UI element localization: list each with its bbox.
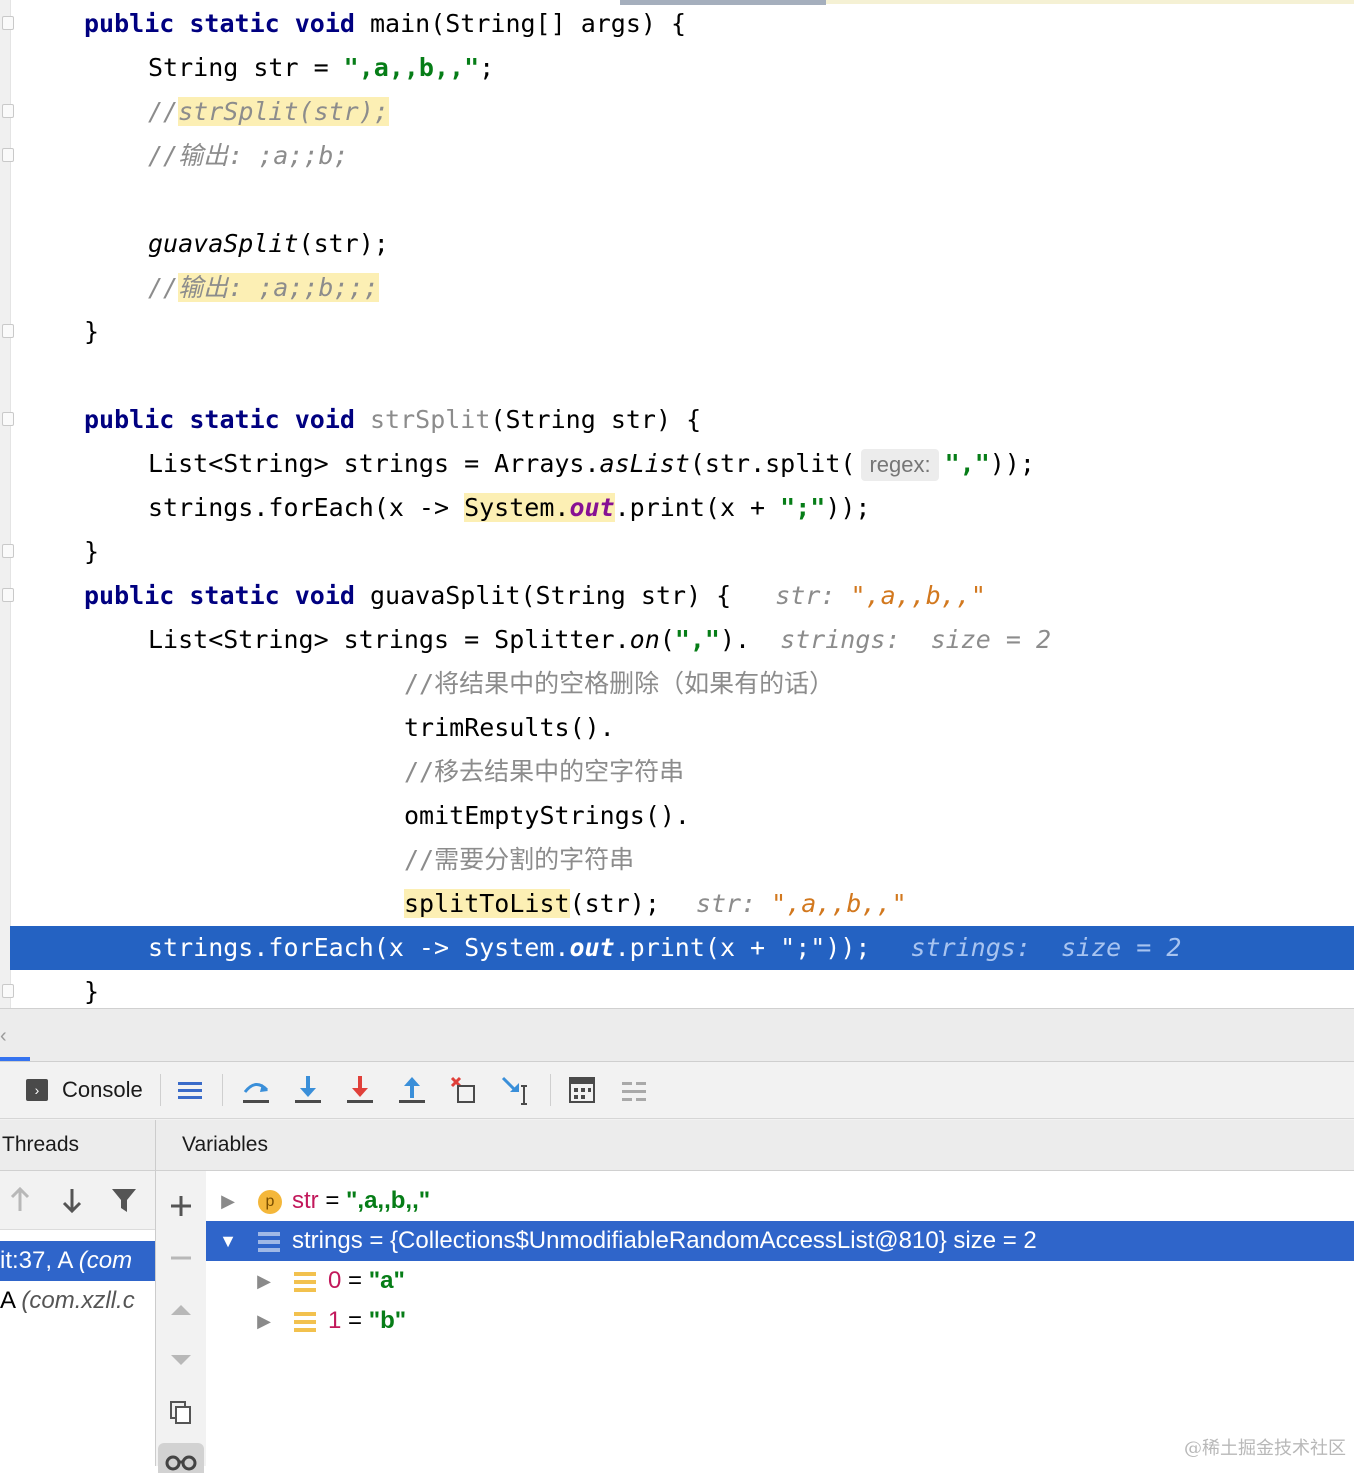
- stack-frame[interactable]: A (com.xzll.c: [0, 1281, 155, 1321]
- drop-frame-icon[interactable]: [446, 1072, 482, 1108]
- code-line[interactable]: public static void main(String[] args) {: [0, 2, 686, 46]
- console-tab[interactable]: › Console: [26, 1074, 143, 1106]
- parameter-icon: p: [258, 1181, 282, 1221]
- editor-top-strip: [826, 0, 1354, 4]
- code-line[interactable]: List<String> strings = Arrays.asList(str…: [0, 442, 1035, 486]
- glasses-icon[interactable]: [158, 1443, 204, 1473]
- variables-header: Variables: [156, 1120, 1354, 1171]
- code-line[interactable]: List<String> strings = Splitter.on(",").…: [0, 618, 1051, 662]
- code-line[interactable]: }: [0, 310, 99, 354]
- code-line[interactable]: strings.forEach(x -> System.out.print(x …: [0, 486, 870, 530]
- move-down-icon[interactable]: [168, 1347, 194, 1373]
- watermark: @稀土掘金技术社区: [1184, 1438, 1346, 1459]
- arrow-down-icon[interactable]: [58, 1185, 86, 1215]
- expand-arrow-icon[interactable]: ▶: [254, 1261, 274, 1301]
- toolbar-divider: [222, 1074, 223, 1106]
- code-line: strings.forEach(x -> System.out.print(x …: [148, 933, 1182, 962]
- inline-debug-value: strings: size = 2: [780, 625, 1052, 654]
- code-editor[interactable]: public static void main(String[] args) {…: [0, 0, 1354, 1008]
- code-line[interactable]: }: [0, 530, 99, 574]
- variable-row[interactable]: ▶ 1 = "b": [206, 1301, 1354, 1341]
- variable-row-selected[interactable]: ▼ strings = {Collections$UnmodifiableRan…: [206, 1221, 1354, 1261]
- stack-frame[interactable]: it:37, A (com: [0, 1241, 155, 1281]
- variables-side-toolbar: [156, 1171, 207, 1473]
- step-out-icon[interactable]: [394, 1072, 430, 1108]
- force-step-into-icon[interactable]: [342, 1072, 378, 1108]
- threads-header: Threads: [0, 1120, 156, 1171]
- code-line[interactable]: public static void strSplit(String str) …: [0, 398, 701, 442]
- chevron-left-icon[interactable]: ‹: [0, 1025, 7, 1048]
- parameter-hint: regex:: [861, 449, 939, 481]
- evaluate-icon[interactable]: [564, 1072, 600, 1108]
- list-field-icon: [294, 1301, 316, 1341]
- code-line[interactable]: splitToList(str); str: ",a,,b,,": [0, 882, 907, 926]
- code-line[interactable]: //需要分割的字符串: [0, 838, 634, 882]
- code-line[interactable]: //移去结果中的空字符串: [0, 750, 684, 794]
- filter-icon[interactable]: [110, 1185, 138, 1215]
- code-line[interactable]: //输出: ;a;;b;;;: [0, 266, 379, 310]
- copy-icon[interactable]: [168, 1399, 194, 1427]
- toolbar-divider: [160, 1074, 161, 1106]
- code-line[interactable]: public static void guavaSplit(String str…: [0, 574, 986, 618]
- arrow-up-icon[interactable]: [6, 1185, 34, 1215]
- console-icon: ›: [26, 1079, 48, 1101]
- expand-arrow-icon[interactable]: ▶: [254, 1301, 274, 1341]
- toolbar-divider: [550, 1074, 551, 1106]
- step-into-icon[interactable]: [290, 1072, 326, 1108]
- expand-arrow-icon[interactable]: ▶: [218, 1181, 238, 1221]
- list-field-icon: [258, 1221, 280, 1261]
- debug-panel: ‹ › Console Threads Variables it:37, A (…: [0, 1008, 1354, 1473]
- code-line[interactable]: //将结果中的空格删除（如果有的话）: [0, 662, 834, 706]
- list-field-icon: [294, 1261, 316, 1301]
- add-watch-icon[interactable]: [168, 1193, 194, 1219]
- inline-debug-value: str:: [775, 581, 851, 610]
- active-tab-indicator: [0, 1057, 30, 1061]
- variable-row[interactable]: ▶ 0 = "a": [206, 1261, 1354, 1301]
- current-execution-line[interactable]: strings.forEach(x -> System.out.print(x …: [10, 926, 1354, 970]
- variable-row[interactable]: ▶ p str = ",a,,b,,": [206, 1181, 1354, 1221]
- frames-panel: it:37, A (com A (com.xzll.c: [0, 1171, 156, 1466]
- debug-session-tabs: ‹: [0, 1008, 1354, 1062]
- move-up-icon[interactable]: [168, 1297, 194, 1323]
- inline-debug-value: strings: size = 2: [910, 933, 1182, 962]
- step-over-icon[interactable]: [238, 1072, 274, 1108]
- trace-icon[interactable]: [616, 1072, 652, 1108]
- code-line[interactable]: omitEmptyStrings().: [0, 794, 690, 838]
- collapse-arrow-icon[interactable]: ▼: [218, 1221, 238, 1261]
- list-icon[interactable]: [172, 1072, 208, 1108]
- debug-toolbar: › Console: [0, 1062, 1354, 1119]
- code-line[interactable]: //输出: ;a;;b;: [0, 134, 349, 178]
- inline-debug-value: str:: [695, 889, 772, 918]
- remove-watch-icon[interactable]: [168, 1245, 194, 1271]
- code-line[interactable]: //strSplit(str);: [0, 90, 389, 134]
- code-line[interactable]: guavaSplit(str);: [0, 222, 389, 266]
- frames-toolbar: [0, 1171, 155, 1230]
- code-line[interactable]: trimResults().: [0, 706, 615, 750]
- run-to-cursor-icon[interactable]: [498, 1072, 534, 1108]
- code-line[interactable]: String str = ",a,,b,,";: [0, 46, 494, 90]
- variables-tree: ▶ p str = ",a,,b,," ▼ strings = {Collect…: [206, 1171, 1354, 1466]
- code-line[interactable]: }: [0, 970, 99, 1008]
